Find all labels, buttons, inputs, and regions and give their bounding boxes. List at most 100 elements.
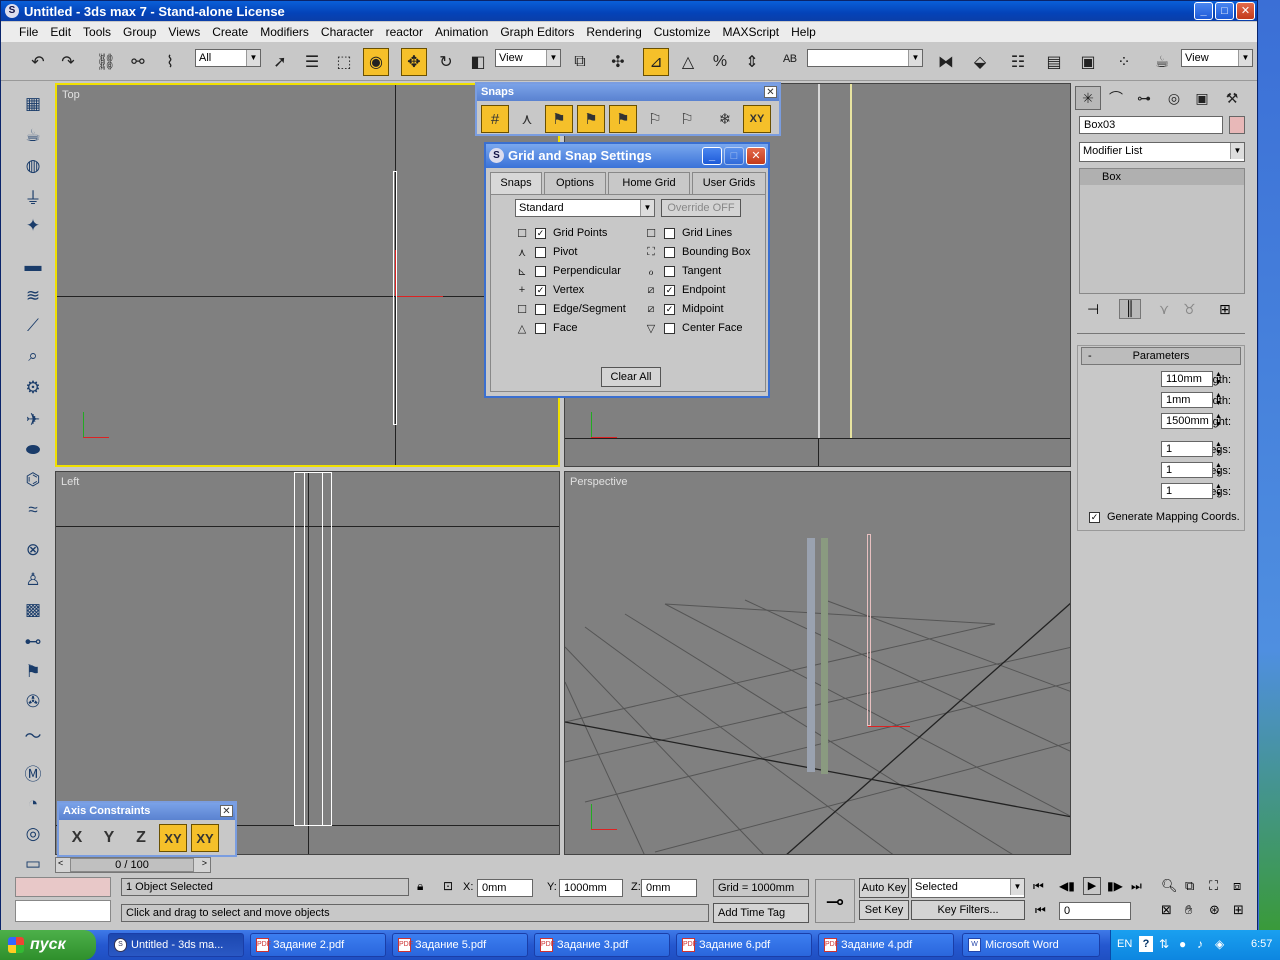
angle-snap-icon[interactable]: △ bbox=[675, 48, 701, 76]
path-icon[interactable]: 〜 bbox=[19, 721, 47, 747]
restrict-x-button[interactable]: X bbox=[63, 824, 91, 852]
x-coordinate-input[interactable]: 0mm bbox=[477, 879, 533, 897]
checkbox[interactable] bbox=[664, 227, 675, 239]
select-move-icon[interactable]: ✥ bbox=[401, 48, 427, 76]
maxscript-mini-listener[interactable] bbox=[15, 900, 111, 922]
show-end-result-icon[interactable]: ║ bbox=[1119, 299, 1141, 319]
menu-help[interactable]: Help bbox=[785, 25, 822, 39]
key-mode-dropdown[interactable]: Selected ▼ bbox=[911, 878, 1025, 898]
named-selection-dropdown[interactable]: ▼ bbox=[807, 49, 923, 67]
generate-mapping-option[interactable]: ✓ Generate Mapping Coords. bbox=[1089, 509, 1240, 525]
task-pdf-2[interactable]: PDF Задание 2.pdf bbox=[250, 933, 386, 957]
task-3dsmax[interactable]: S Untitled - 3ds ma... bbox=[108, 933, 244, 957]
gizmo-x-axis[interactable] bbox=[397, 296, 443, 297]
gear-icon[interactable]: ⚙ bbox=[19, 375, 47, 401]
width-input[interactable]: 1mm bbox=[1161, 392, 1213, 408]
snap-face-icon[interactable]: ⚐ bbox=[673, 105, 701, 133]
fold-icon[interactable]: ⌬ bbox=[19, 467, 47, 493]
checkbox[interactable] bbox=[535, 322, 546, 334]
tube-icon[interactable]: ⟋ bbox=[19, 313, 47, 339]
maxscript-icon[interactable]: Ⓜ bbox=[19, 759, 47, 785]
ffd-icon[interactable]: ⬬ bbox=[19, 437, 47, 463]
reference-coord-dropdown[interactable]: View ▼ bbox=[495, 49, 561, 67]
box-icon[interactable]: ▦ bbox=[19, 91, 47, 117]
box-object[interactable] bbox=[821, 538, 828, 774]
close-button[interactable]: ✕ bbox=[1236, 2, 1255, 20]
menu-maxscript[interactable]: MAXScript bbox=[716, 25, 785, 39]
menu-modifiers[interactable]: Modifiers bbox=[254, 25, 315, 39]
arc-rotate-icon[interactable]: ⊛ bbox=[1209, 902, 1220, 918]
snap-frozen-icon[interactable]: ❄ bbox=[711, 105, 739, 133]
star-icon[interactable]: ✦ bbox=[19, 213, 47, 239]
height-segs-input[interactable]: 1 bbox=[1161, 483, 1213, 499]
biped-icon[interactable]: ♙ bbox=[19, 567, 47, 593]
task-pdf-5[interactable]: PDF Задание 5.pdf bbox=[392, 933, 528, 957]
box-object[interactable] bbox=[294, 472, 332, 826]
gizmo-x-axis[interactable] bbox=[868, 726, 910, 727]
utilities-tab-icon[interactable]: ⚒ bbox=[1219, 86, 1245, 110]
sphere-icon[interactable]: ◍ bbox=[19, 153, 47, 179]
lock-icon[interactable]: 🔒︎ bbox=[417, 879, 423, 894]
snap-option-edge-segment[interactable]: ☐ Edge/Segment bbox=[515, 301, 626, 317]
language-indicator[interactable]: EN bbox=[1117, 938, 1132, 950]
snap-option-vertex[interactable]: + ✓ Vertex bbox=[515, 282, 584, 298]
redo-icon[interactable]: ↷ bbox=[55, 48, 81, 76]
render-type-dropdown[interactable]: View ▼ bbox=[1181, 49, 1253, 67]
checkbox[interactable]: ✓ bbox=[664, 303, 675, 315]
snap-toggle-icon[interactable]: ⊿ bbox=[643, 48, 669, 76]
height-input[interactable]: 1500mm bbox=[1161, 413, 1213, 429]
pivot-center-icon[interactable]: ⧉ bbox=[567, 48, 593, 76]
set-key-button[interactable]: Set Key bbox=[859, 900, 909, 920]
menu-character[interactable]: Character bbox=[315, 25, 380, 39]
viewport-perspective[interactable]: Perspective bbox=[564, 471, 1071, 855]
tab-home-grid[interactable]: Home Grid bbox=[608, 172, 690, 194]
light-icon[interactable]: ⚑ bbox=[19, 659, 47, 685]
maximize-viewport-icon[interactable]: ⊞ bbox=[1233, 902, 1244, 918]
goto-start-icon[interactable]: ⏮ bbox=[1033, 879, 1044, 894]
percent-snap-icon[interactable]: % bbox=[707, 48, 733, 76]
snap-option-grid-lines[interactable]: ☐ Grid Lines bbox=[644, 225, 732, 241]
link-icon[interactable]: ⊗ bbox=[19, 537, 47, 563]
render-scene-icon[interactable]: ☕ bbox=[1149, 48, 1175, 76]
checkbox[interactable] bbox=[664, 322, 675, 334]
motion-tab-icon[interactable]: ◎ bbox=[1161, 86, 1187, 110]
checkbox[interactable] bbox=[535, 246, 546, 258]
edit-named-selection-icon[interactable]: ᴬᴮ bbox=[777, 48, 803, 76]
checkbox[interactable]: ✓ bbox=[664, 284, 675, 296]
create-tab-icon[interactable]: ✳ bbox=[1075, 86, 1101, 110]
menu-edit[interactable]: Edit bbox=[44, 25, 77, 39]
task-pdf-6[interactable]: PDF Задание 6.pdf bbox=[676, 933, 812, 957]
chevron-right-icon[interactable]: > bbox=[202, 858, 207, 868]
hierarchy-tab-icon[interactable]: ⊶ bbox=[1131, 86, 1157, 110]
help-icon[interactable]: ? bbox=[1139, 936, 1153, 952]
previous-frame-icon[interactable]: ◀▮ bbox=[1059, 879, 1075, 893]
close-icon[interactable]: ✕ bbox=[764, 86, 777, 98]
volume-icon[interactable]: ♪ bbox=[1197, 937, 1203, 951]
undo-icon[interactable]: ↶ bbox=[25, 48, 51, 76]
task-word[interactable]: W Microsoft Word bbox=[962, 933, 1100, 957]
snap-option-perpendicular[interactable]: ⊾ Perpendicular bbox=[515, 263, 620, 279]
menu-tools[interactable]: Tools bbox=[77, 25, 117, 39]
select-scale-icon[interactable]: ◧ bbox=[465, 48, 491, 76]
snap-vertex-icon[interactable]: ⚑ bbox=[545, 105, 573, 133]
y-coordinate-input[interactable]: 1000mm bbox=[559, 879, 623, 897]
restrict-xy-button[interactable]: XY bbox=[159, 824, 187, 852]
select-rotate-icon[interactable]: ↻ bbox=[433, 48, 459, 76]
snap-option-endpoint[interactable]: ⧄ ✓ Endpoint bbox=[644, 282, 726, 298]
window-crossing-icon[interactable]: ◉ bbox=[363, 48, 389, 76]
absolute-mode-icon[interactable]: ⊡ bbox=[443, 879, 453, 893]
shell-icon[interactable]: ◎ bbox=[19, 821, 47, 847]
menu-create[interactable]: Create bbox=[206, 25, 254, 39]
width-spinner-icon[interactable]: ▲ ▼ bbox=[1215, 392, 1225, 408]
selected-box-object[interactable] bbox=[867, 534, 871, 726]
display-tab-icon[interactable]: ▣ bbox=[1189, 86, 1215, 110]
restrict-z-button[interactable]: Z bbox=[127, 824, 155, 852]
zoom-extents-all-icon[interactable]: ⧈ bbox=[1233, 878, 1241, 894]
pin-stack-icon[interactable]: ⊣ bbox=[1087, 301, 1099, 318]
restrict-y-button[interactable]: Y bbox=[95, 824, 123, 852]
key-icon[interactable]: ⊸ bbox=[815, 879, 855, 923]
layer-manager-icon[interactable]: ☷ bbox=[1005, 48, 1031, 76]
clock[interactable]: 6:57 bbox=[1251, 938, 1272, 950]
snap-axis-constraint-icon[interactable]: XY bbox=[743, 105, 771, 133]
object-color-swatch[interactable] bbox=[1229, 116, 1245, 134]
